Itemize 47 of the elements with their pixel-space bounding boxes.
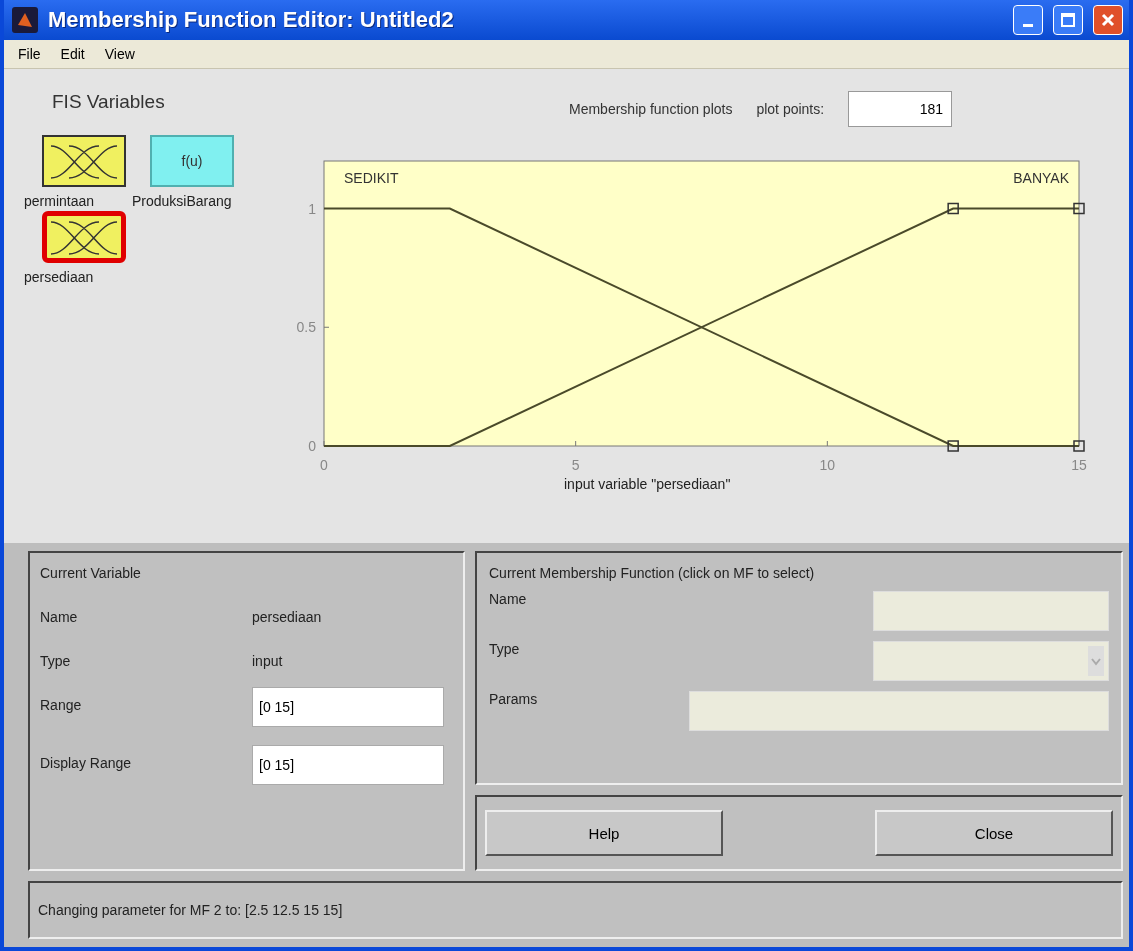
field-label: Type	[489, 641, 521, 659]
fis-variables-title: FIS Variables	[52, 90, 166, 113]
field-label: Name	[40, 609, 79, 625]
y-tick-label: 0.5	[296, 318, 316, 335]
y-tick-label: 1	[308, 200, 316, 217]
plot-title: Membership function plots	[569, 100, 733, 117]
input-variable-block[interactable]	[42, 134, 126, 187]
x-axis-label: input variable "persediaan"	[564, 475, 732, 492]
window-title: Membership Function Editor: Untitled2	[48, 6, 455, 33]
mf-label: BANYAK	[1013, 169, 1069, 186]
y-tick-label: 0	[308, 437, 316, 454]
help-button[interactable]: Help	[485, 810, 723, 856]
menu-item[interactable]: File	[10, 43, 49, 64]
maximize-icon	[1060, 11, 1076, 28]
variable-label: persediaan	[24, 268, 94, 285]
variable-name: persediaan	[252, 609, 323, 625]
x-tick-label: 10	[819, 456, 836, 473]
panel-title: Current Variable	[40, 565, 142, 581]
panel-title: Current Membership Function (click on MF to select)	[489, 565, 816, 581]
menu-item[interactable]: Edit	[52, 43, 93, 64]
field-label: Display Range	[40, 755, 133, 773]
status-message: Changing parameter for MF 2 to: [2.5 12.5 15 15]	[28, 881, 1123, 939]
output-variable-block[interactable]: f(u)	[150, 134, 234, 187]
close-button[interactable]: Close	[875, 810, 1113, 856]
x-tick-label: 15	[1071, 456, 1087, 473]
app-icon	[12, 6, 38, 33]
field-label: Params	[489, 691, 539, 709]
mf-label: SEDIKIT	[344, 169, 399, 186]
minimize-button[interactable]	[1013, 4, 1043, 35]
plot-points-label: plot points:	[756, 100, 825, 117]
field-label: Range	[40, 697, 83, 715]
x-tick-label: 0	[320, 456, 328, 473]
x-tick-label: 5	[571, 456, 580, 473]
close-icon	[1100, 11, 1116, 28]
minimize-icon	[1023, 24, 1033, 28]
variable-label: permintaan	[24, 192, 95, 209]
close-window-button[interactable]	[1093, 4, 1123, 35]
range-field[interactable]: [0 15]	[252, 687, 444, 727]
menu-item[interactable]: View	[96, 43, 143, 64]
maximize-button[interactable]	[1053, 4, 1083, 35]
field-label: Type	[40, 653, 72, 669]
plot-points-field[interactable]: 181	[848, 90, 953, 127]
display-range-field[interactable]: [0 15]	[252, 745, 444, 785]
variable-label: ProduksiBarang	[132, 192, 232, 209]
field-label: Name	[489, 591, 528, 609]
input-variable-block[interactable]	[42, 210, 126, 263]
variable-type: input	[252, 653, 284, 669]
